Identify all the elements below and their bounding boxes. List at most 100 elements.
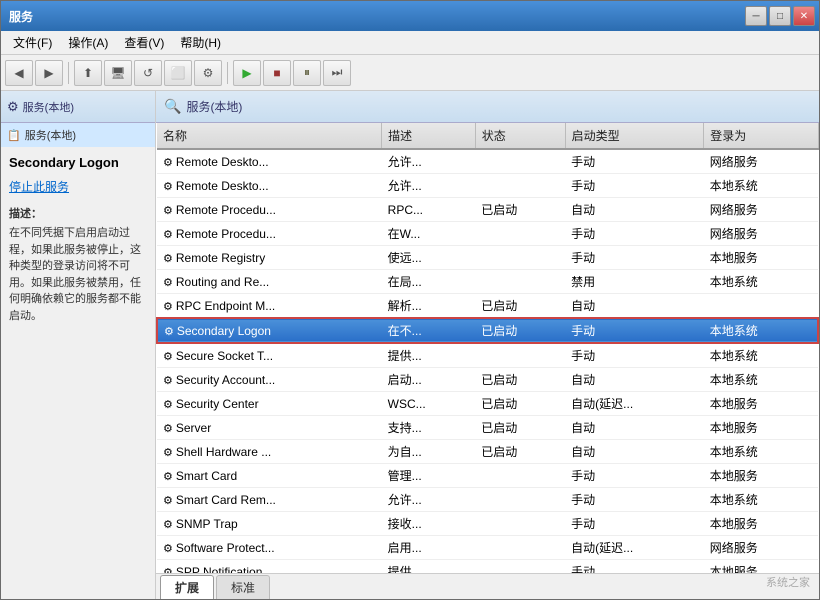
export-button[interactable]: ⬜ <box>164 60 192 86</box>
menu-view[interactable]: 查看(V) <box>116 32 172 53</box>
service-desc-cell: 提供... <box>382 343 476 368</box>
up-button[interactable]: ⬆ <box>74 60 102 86</box>
desc-label: 描述： <box>9 205 147 221</box>
menu-action[interactable]: 操作(A) <box>60 32 116 53</box>
gear-icon: ⚙ <box>7 99 19 115</box>
table-row[interactable]: ⚙Security CenterWSC...已启动自动(延迟...本地服务 <box>157 392 818 416</box>
service-startup-cell: 自动(延迟... <box>565 536 704 560</box>
stop-service-button[interactable]: ■ <box>263 60 291 86</box>
service-name-cell: ⚙Routing and Re... <box>157 270 382 294</box>
tab-expand[interactable]: 扩展 <box>160 575 214 599</box>
service-status-cell: 已启动 <box>475 368 565 392</box>
service-name-cell: ⚙Remote Procedu... <box>157 198 382 222</box>
service-icon: ⚙ <box>163 180 173 193</box>
service-logon-cell: 本地服务 <box>704 392 818 416</box>
service-status-cell: 已启动 <box>475 440 565 464</box>
service-startup-cell: 手动 <box>565 174 704 198</box>
back-button[interactable]: ◀ <box>5 60 33 86</box>
service-icon: ⚙ <box>163 470 173 483</box>
menu-help[interactable]: 帮助(H) <box>172 32 229 53</box>
col-status[interactable]: 状态 <box>475 123 565 149</box>
service-status-cell <box>475 174 565 198</box>
table-row[interactable]: ⚙Secure Socket T...提供...手动本地系统 <box>157 343 818 368</box>
col-logon[interactable]: 登录为 <box>704 123 818 149</box>
service-startup-cell: 禁用 <box>565 270 704 294</box>
table-row[interactable]: ⚙Security Account...启动...已启动自动本地系统 <box>157 368 818 392</box>
restart-service-button[interactable]: ⏭ <box>323 60 351 86</box>
service-startup-cell: 手动 <box>565 222 704 246</box>
service-status-cell <box>475 222 565 246</box>
refresh-button[interactable]: ↺ <box>134 60 162 86</box>
service-logon-cell <box>704 294 818 319</box>
service-logon-cell: 本地服务 <box>704 512 818 536</box>
service-icon: ⚙ <box>163 228 173 241</box>
table-row[interactable]: ⚙Secondary Logon在不...已启动手动本地系统 <box>157 318 818 343</box>
table-row[interactable]: ⚙SPP Notification ...提供...手动本地服务 <box>157 560 818 574</box>
magnifier-icon: 🔍 <box>164 98 181 115</box>
service-name-cell: ⚙SNMP Trap <box>157 512 382 536</box>
service-startup-cell: 手动 <box>565 488 704 512</box>
service-icon: ⚙ <box>163 398 173 411</box>
table-row[interactable]: ⚙RPC Endpoint M...解析...已启动自动 <box>157 294 818 319</box>
right-panel-title: 服务(本地) <box>186 98 242 115</box>
window-title: 服务 <box>9 8 33 25</box>
service-icon: ⚙ <box>163 422 173 435</box>
service-logon-cell: 本地系统 <box>704 488 818 512</box>
service-startup-cell: 自动(延迟... <box>565 392 704 416</box>
service-status-cell <box>475 464 565 488</box>
table-row[interactable]: ⚙Smart Card Rem...允许... 手动本地系统 <box>157 488 818 512</box>
service-name-cell: ⚙Security Center <box>157 392 382 416</box>
service-logon-cell: 本地服务 <box>704 464 818 488</box>
service-startup-cell: 手动 <box>565 318 704 343</box>
service-status-cell: 已启动 <box>475 318 565 343</box>
table-row[interactable]: ⚙Remote Deskto...允许...手动本地系统 <box>157 174 818 198</box>
service-logon-cell: 本地系统 <box>704 440 818 464</box>
tree-item-icon: 📋 <box>7 129 21 142</box>
service-startup-cell: 自动 <box>565 368 704 392</box>
table-row[interactable]: ⚙Server支持...已启动自动本地服务 <box>157 416 818 440</box>
table-row[interactable]: ⚙Remote Procedu...在W...手动网络服务 <box>157 222 818 246</box>
col-name[interactable]: 名称 <box>157 123 382 149</box>
table-row[interactable]: ⚙Software Protect...启用...自动(延迟...网络服务 <box>157 536 818 560</box>
service-logon-cell: 本地系统 <box>704 174 818 198</box>
show-hide-button[interactable]: 🖥 <box>104 60 132 86</box>
service-startup-cell: 自动 <box>565 440 704 464</box>
service-name-cell: ⚙Smart Card Rem... <box>157 488 382 512</box>
tab-standard[interactable]: 标准 <box>216 575 270 599</box>
start-service-button[interactable]: ▶ <box>233 60 261 86</box>
table-row[interactable]: ⚙Smart Card管理...手动本地服务 <box>157 464 818 488</box>
tree-item-label: 服务(本地) <box>25 127 76 143</box>
service-status-cell: 已启动 <box>475 392 565 416</box>
local-services-tree-item[interactable]: 📋 服务(本地) <box>1 123 155 147</box>
pause-service-button[interactable]: ⏸ <box>293 60 321 86</box>
close-button[interactable]: ✕ <box>793 6 815 26</box>
col-startup[interactable]: 启动类型 <box>565 123 704 149</box>
forward-button[interactable]: ▶ <box>35 60 63 86</box>
service-desc-cell: 使远... <box>382 246 476 270</box>
service-startup-cell: 手动 <box>565 560 704 574</box>
table-row[interactable]: ⚙Remote Registry使远...手动本地服务 <box>157 246 818 270</box>
service-table-container[interactable]: 名称 描述 状态 启动类型 登录为 ⚙Remote Deskto...允许...… <box>156 123 819 573</box>
table-row[interactable]: ⚙Shell Hardware ...为自...已启动自动本地系统 <box>157 440 818 464</box>
right-panel-header: 🔍 服务(本地) <box>156 91 819 123</box>
col-desc[interactable]: 描述 <box>382 123 476 149</box>
service-desc-cell: 解析... <box>382 294 476 319</box>
service-desc-cell: 在不... <box>382 318 476 343</box>
stop-service-link[interactable]: 停止此服务 <box>9 178 147 195</box>
service-desc-cell: 允许... <box>382 488 476 512</box>
properties-button[interactable]: ⚙ <box>194 60 222 86</box>
watermark: 系统之家 <box>766 574 810 590</box>
table-row[interactable]: ⚙Routing and Re...在局...禁用本地系统 <box>157 270 818 294</box>
restore-button[interactable]: □ <box>769 6 791 26</box>
menu-file[interactable]: 文件(F) <box>5 32 60 53</box>
service-status-cell <box>475 512 565 536</box>
service-icon: ⚙ <box>163 300 173 313</box>
minimize-button[interactable]: ─ <box>745 6 767 26</box>
service-logon-cell: 本地服务 <box>704 560 818 574</box>
service-status-cell: 已启动 <box>475 294 565 319</box>
table-row[interactable]: ⚙Remote Procedu...RPC...已启动自动网络服务 <box>157 198 818 222</box>
service-icon: ⚙ <box>163 374 173 387</box>
table-row[interactable]: ⚙Remote Deskto...允许...手动网络服务 <box>157 149 818 174</box>
table-row[interactable]: ⚙SNMP Trap接收...手动本地服务 <box>157 512 818 536</box>
left-panel: ⚙ 服务(本地) 📋 服务(本地) Secondary Logon 停止此服务 … <box>1 91 156 599</box>
